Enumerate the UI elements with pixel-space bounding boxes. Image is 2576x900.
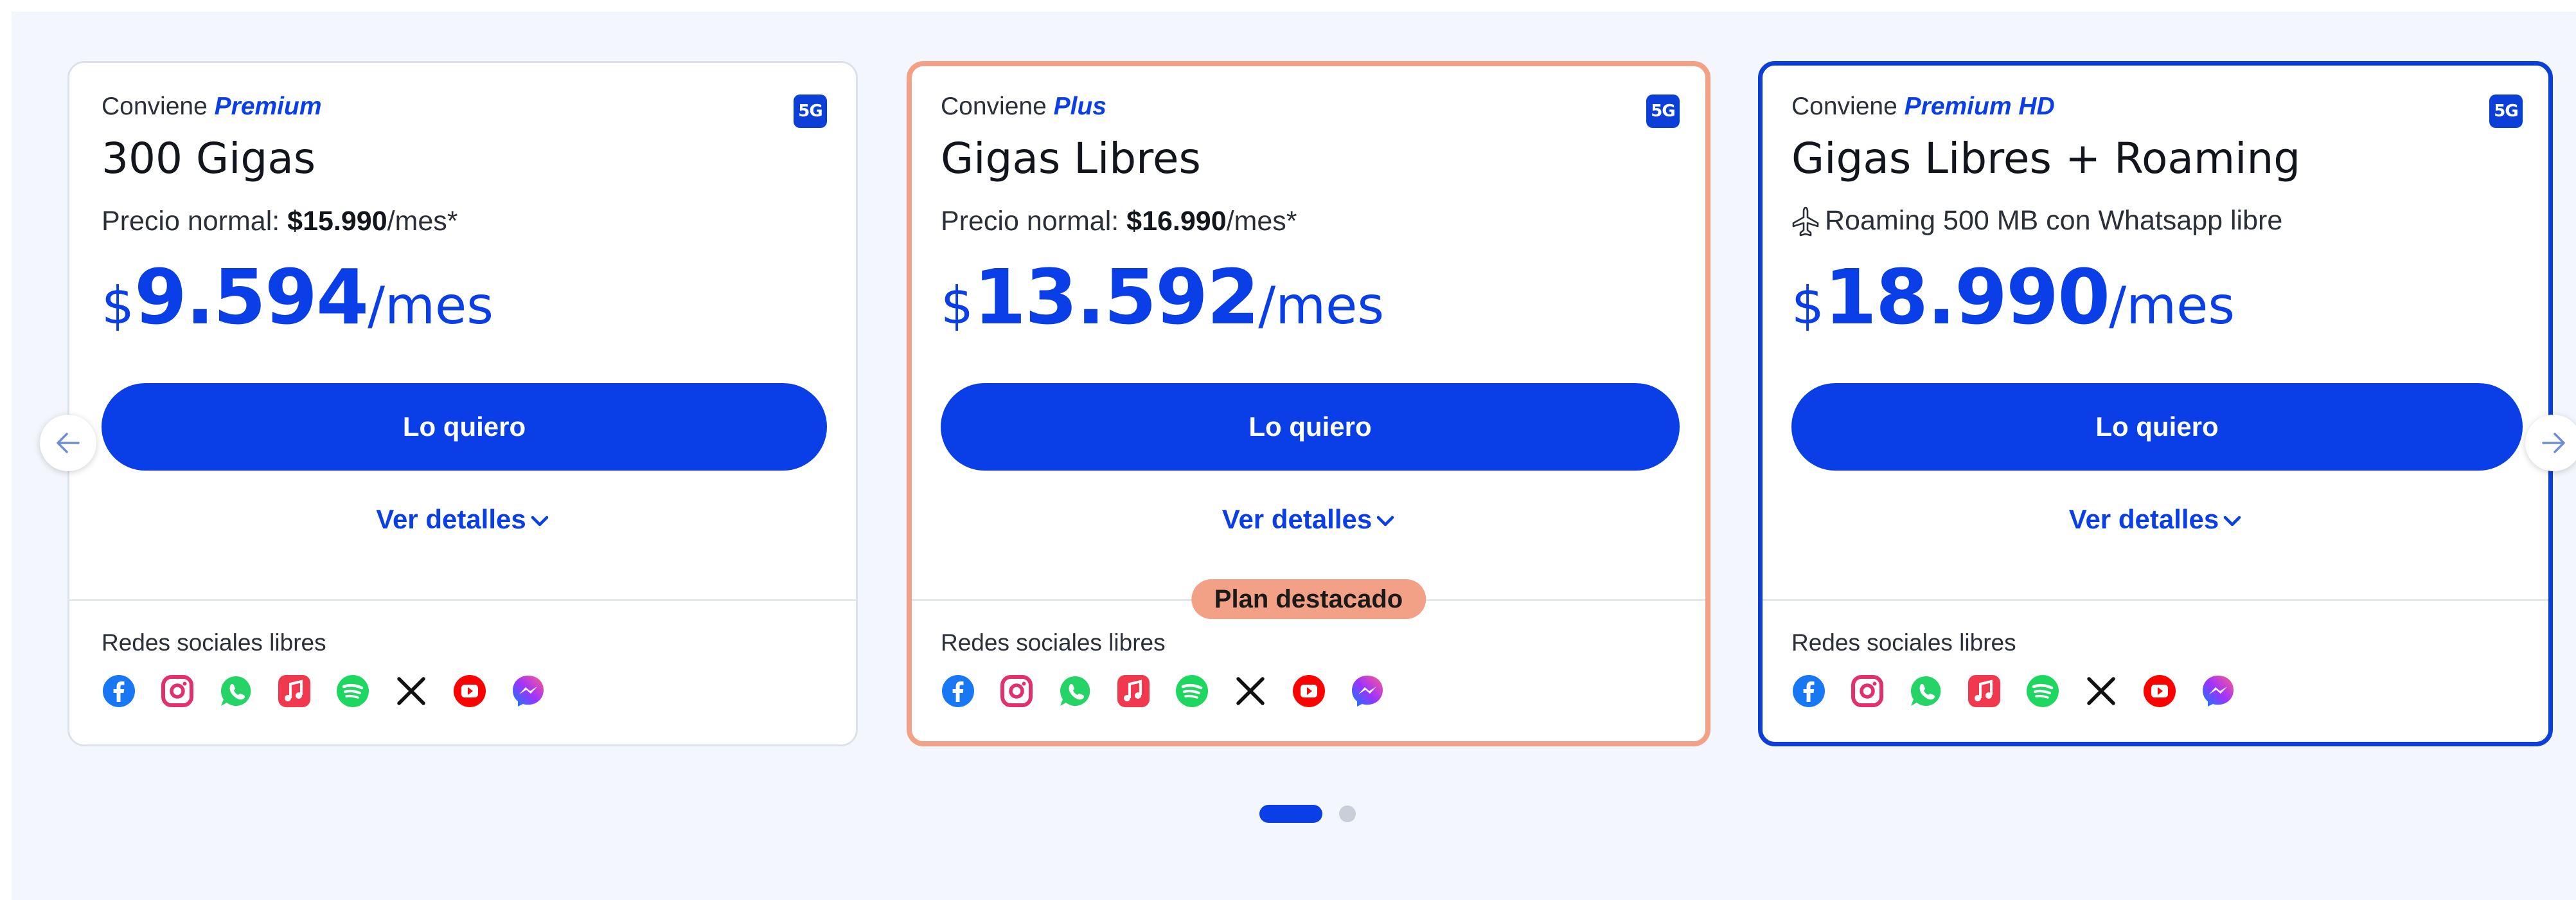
featured-plan-badge: Plan destacado [1191,579,1426,619]
arrow-left-icon [57,433,80,453]
instagram-icon [1000,675,1033,707]
carousel-next-button[interactable] [2525,415,2576,471]
spotify-icon [337,675,369,707]
x-icon [2087,677,2115,705]
plan-price: $9.594/mes [102,253,493,341]
5g-badge-icon: 5G [1646,94,1680,128]
plan-title: Gigas Libres + Roaming [1791,134,2301,183]
airplane-icon [1792,206,1819,236]
x-icon [1236,677,1265,705]
5g-badge-icon: 5G [2489,94,2523,128]
plan-name: Plus [1053,93,1106,120]
plan-card-gigas-libres: Conviene Plus 5G Gigas Libres Precio nor… [907,61,1710,746]
x-icon [397,677,425,705]
conviene-text: Conviene Premium HD [1791,93,2055,120]
whatsapp-icon [1060,676,1090,706]
lo-quiero-button[interactable]: Lo quiero [1791,383,2523,471]
messenger-icon [1352,676,1383,706]
facebook-icon [942,675,974,707]
normal-price-text: Precio normal: $15.990/mes* [102,206,458,237]
5g-badge-icon: 5G [794,94,827,128]
normal-price-text: Precio normal: $16.990/mes* [941,206,1297,237]
social-icons-row [102,674,546,708]
carousel-pagination [1259,805,1356,823]
messenger-icon [2203,676,2234,706]
card-divider [1763,599,2548,601]
plan-card-300-gigas: Conviene Premium 5G 300 Gigas Precio nor… [67,61,858,746]
ver-detalles-link[interactable]: Ver detalles [1763,504,2548,535]
social-networks-label: Redes sociales libres [102,629,326,656]
social-networks-label: Redes sociales libres [1791,629,2016,656]
plan-title: Gigas Libres [941,134,1201,183]
plan-price: $18.990/mes [1791,253,2235,341]
instagram-icon [161,675,193,707]
whatsapp-icon [1910,676,1941,706]
plan-price: $13.592/mes [941,253,1385,341]
instagram-icon [1851,675,1883,707]
plan-name: Premium HD [1904,93,2055,120]
apple-music-icon [278,675,310,707]
social-icons-row [1791,674,2235,708]
spotify-icon [2027,675,2059,707]
roaming-info: Roaming 500 MB con Whatsapp libre [1791,205,2282,237]
chevron-down-icon [2223,516,2241,526]
plan-title: 300 Gigas [102,134,316,183]
carousel-prev-button[interactable] [40,415,96,471]
whatsapp-icon [220,676,251,706]
chevron-down-icon [531,516,548,526]
chevron-down-icon [1376,516,1394,526]
conviene-text: Conviene Premium [102,93,322,120]
messenger-icon [513,676,544,706]
apple-music-icon [1968,675,2000,707]
spotify-icon [1176,675,1208,707]
plan-card-gigas-libres-roaming: Conviene Premium HD 5G Gigas Libres + Ro… [1758,61,2553,746]
ver-detalles-link[interactable]: Ver detalles [912,504,1705,535]
youtube-icon [2144,675,2176,707]
pagination-dot[interactable] [1339,806,1356,822]
facebook-icon [1793,675,1825,707]
pagination-dot-active[interactable] [1259,805,1322,823]
facebook-icon [103,675,135,707]
arrow-right-icon [2542,433,2565,453]
plan-name: Premium [214,93,322,120]
lo-quiero-button[interactable]: Lo quiero [102,383,827,471]
card-divider [69,599,856,601]
social-networks-label: Redes sociales libres [941,629,1166,656]
lo-quiero-button[interactable]: Lo quiero [941,383,1680,471]
youtube-icon [1293,675,1325,707]
youtube-icon [454,675,486,707]
social-icons-row [941,674,1385,708]
ver-detalles-link[interactable]: Ver detalles [69,504,856,535]
conviene-text: Conviene Plus [941,93,1106,120]
apple-music-icon [1117,675,1150,707]
